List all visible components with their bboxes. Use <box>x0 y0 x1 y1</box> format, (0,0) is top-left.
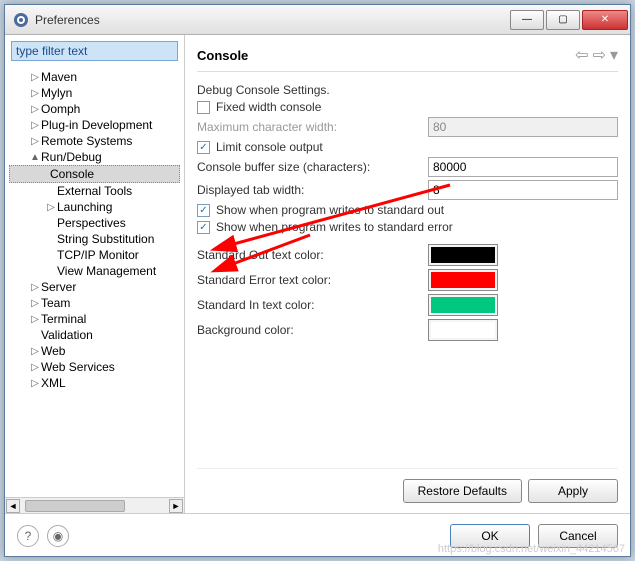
color-bg-button[interactable] <box>428 319 498 341</box>
tree-item-string-sub[interactable]: String Substitution <box>5 231 184 247</box>
settings-form: Debug Console Settings. Fixed width cons… <box>197 80 618 468</box>
color-stdin-button[interactable] <box>428 294 498 316</box>
titlebar: Preferences — ▢ ✕ <box>5 5 630 35</box>
show-stdout-label: Show when program writes to standard out <box>216 203 444 217</box>
limit-output-label: Limit console output <box>216 140 323 154</box>
tree-item-xml[interactable]: ▷XML <box>5 375 184 391</box>
color-stderr-button[interactable] <box>428 269 498 291</box>
app-icon <box>13 12 29 28</box>
close-button[interactable]: ✕ <box>582 10 628 30</box>
tree-item-maven[interactable]: ▷Maven <box>5 69 184 85</box>
header-nav: ⇦ ⇨ ▾ <box>575 45 618 65</box>
tree-item-external-tools[interactable]: External Tools <box>5 183 184 199</box>
help-icon[interactable]: ? <box>17 525 39 547</box>
color-bg-row: Background color: <box>197 319 618 341</box>
color-stderr-label: Standard Error text color: <box>197 273 331 287</box>
window-title: Preferences <box>35 13 100 27</box>
fixed-width-row: Fixed width console <box>197 100 618 114</box>
show-stderr-row: ✓ Show when program writes to standard e… <box>197 220 618 234</box>
tree-item-console[interactable]: Console <box>9 165 180 183</box>
main-panel: Console ⇦ ⇨ ▾ Debug Console Settings. Fi… <box>185 35 630 513</box>
tab-width-field[interactable] <box>428 180 618 200</box>
show-stderr-label: Show when program writes to standard err… <box>216 220 453 234</box>
tree-item-server[interactable]: ▷Server <box>5 279 184 295</box>
tree-item-launching[interactable]: ▷Launching <box>5 199 184 215</box>
apply-button[interactable]: Apply <box>528 479 618 503</box>
tab-width-label: Displayed tab width: <box>197 183 304 197</box>
color-stdout-button[interactable] <box>428 244 498 266</box>
show-stderr-checkbox[interactable]: ✓ <box>197 221 210 234</box>
ok-button[interactable]: OK <box>450 524 530 548</box>
limit-output-row: ✓ Limit console output <box>197 140 618 154</box>
tree-item-web[interactable]: ▷Web <box>5 343 184 359</box>
record-icon[interactable]: ◉ <box>47 525 69 547</box>
color-stdin-row: Standard In text color: <box>197 294 618 316</box>
color-stdout-swatch <box>431 247 495 263</box>
page-title: Console <box>197 48 248 63</box>
tree-item-view-mgmt[interactable]: View Management <box>5 263 184 279</box>
maximize-button[interactable]: ▢ <box>546 10 580 30</box>
minimize-button[interactable]: — <box>510 10 544 30</box>
color-stderr-swatch <box>431 272 495 288</box>
footer: ? ◉ OK Cancel <box>5 513 630 557</box>
tree-item-validation[interactable]: Validation <box>5 327 184 343</box>
nav-menu-icon[interactable]: ▾ <box>610 45 618 65</box>
tab-width-row: Displayed tab width: <box>197 180 618 200</box>
scroll-right-icon[interactable]: ► <box>169 499 183 513</box>
content-area: ▷Maven ▷Mylyn ▷Oomph ▷Plug-in Developmen… <box>5 35 630 513</box>
tree-item-mylyn[interactable]: ▷Mylyn <box>5 85 184 101</box>
main-header: Console ⇦ ⇨ ▾ <box>197 45 618 72</box>
fixed-width-label: Fixed width console <box>216 100 321 114</box>
tree-item-team[interactable]: ▷Team <box>5 295 184 311</box>
preferences-window: Preferences — ▢ ✕ ▷Maven ▷Mylyn ▷Oomph ▷… <box>4 4 631 557</box>
color-stdin-label: Standard In text color: <box>197 298 314 312</box>
buffer-size-field[interactable] <box>428 157 618 177</box>
tree-item-web-services[interactable]: ▷Web Services <box>5 359 184 375</box>
tree-item-remote-systems[interactable]: ▷Remote Systems <box>5 133 184 149</box>
cancel-button[interactable]: Cancel <box>538 524 618 548</box>
color-stdin-swatch <box>431 297 495 313</box>
preference-tree[interactable]: ▷Maven ▷Mylyn ▷Oomph ▷Plug-in Developmen… <box>5 67 184 497</box>
show-stdout-checkbox[interactable]: ✓ <box>197 204 210 217</box>
color-stderr-row: Standard Error text color: <box>197 269 618 291</box>
show-stdout-row: ✓ Show when program writes to standard o… <box>197 203 618 217</box>
buffer-size-label: Console buffer size (characters): <box>197 160 370 174</box>
sidebar-hscroll[interactable]: ◄ ► <box>5 497 184 513</box>
limit-output-checkbox[interactable]: ✓ <box>197 141 210 154</box>
tree-item-plugin-dev[interactable]: ▷Plug-in Development <box>5 117 184 133</box>
restore-defaults-button[interactable]: Restore Defaults <box>403 479 522 503</box>
sidebar: ▷Maven ▷Mylyn ▷Oomph ▷Plug-in Developmen… <box>5 35 185 513</box>
filter-input[interactable] <box>11 41 178 61</box>
max-char-width-label: Maximum character width: <box>197 120 337 134</box>
buffer-size-row: Console buffer size (characters): <box>197 157 618 177</box>
color-bg-label: Background color: <box>197 323 294 337</box>
window-controls: — ▢ ✕ <box>510 10 630 30</box>
color-bg-swatch <box>431 322 495 338</box>
scroll-thumb[interactable] <box>25 500 125 512</box>
nav-forward-icon[interactable]: ⇨ <box>593 45 606 65</box>
max-char-width-row: Maximum character width: <box>197 117 618 137</box>
page-buttons: Restore Defaults Apply <box>197 468 618 513</box>
scroll-left-icon[interactable]: ◄ <box>6 499 20 513</box>
color-stdout-row: Standard Out text color: <box>197 244 618 266</box>
tree-item-oomph[interactable]: ▷Oomph <box>5 101 184 117</box>
fixed-width-checkbox[interactable] <box>197 101 210 114</box>
tree-item-perspectives[interactable]: Perspectives <box>5 215 184 231</box>
color-stdout-label: Standard Out text color: <box>197 248 324 262</box>
tree-item-run-debug[interactable]: ▲Run/Debug <box>5 149 184 165</box>
max-char-width-field <box>428 117 618 137</box>
tree-item-tcpip[interactable]: TCP/IP Monitor <box>5 247 184 263</box>
settings-title-row: Debug Console Settings. <box>197 83 618 97</box>
nav-back-icon[interactable]: ⇦ <box>575 45 588 65</box>
tree-item-terminal[interactable]: ▷Terminal <box>5 311 184 327</box>
